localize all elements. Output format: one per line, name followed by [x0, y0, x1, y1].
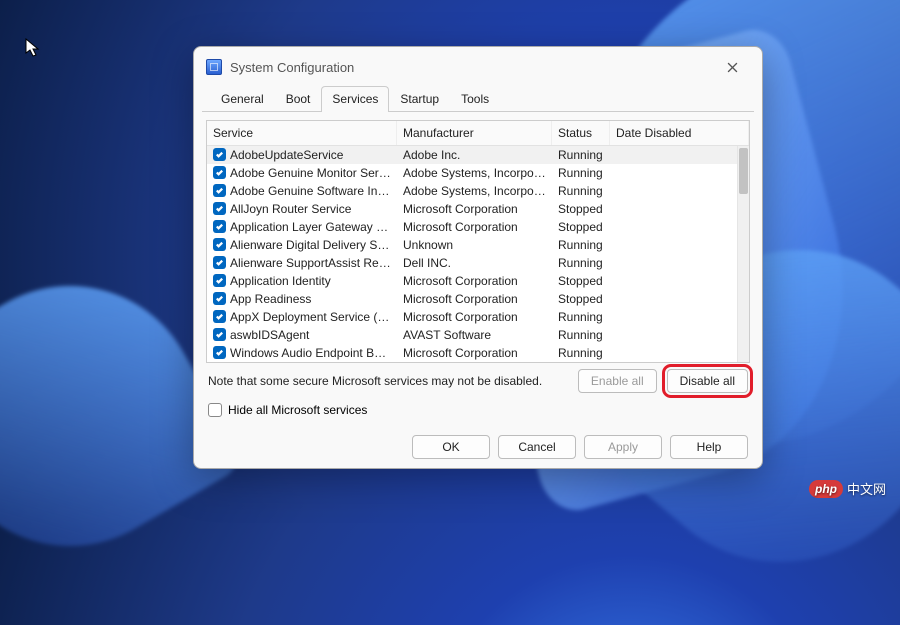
hide-ms-label: Hide all Microsoft services: [228, 403, 367, 417]
close-button[interactable]: [712, 55, 752, 79]
table-row[interactable]: AdobeUpdateServiceAdobe Inc.Running: [207, 146, 737, 164]
disable-all-button[interactable]: Disable all: [667, 369, 748, 393]
watermark: php 中文网: [809, 479, 886, 498]
row-checkbox[interactable]: [213, 184, 226, 197]
system-configuration-dialog: System Configuration GeneralBootServices…: [193, 46, 763, 469]
tab-services[interactable]: Services: [321, 86, 389, 112]
list-header[interactable]: Service Manufacturer Status Date Disable…: [207, 121, 749, 146]
row-checkbox[interactable]: [213, 328, 226, 341]
table-row[interactable]: AppX Deployment Service (AppX...Microsof…: [207, 308, 737, 326]
apply-button[interactable]: Apply: [584, 435, 662, 459]
table-row[interactable]: aswbIDSAgentAVAST SoftwareRunning: [207, 326, 737, 344]
table-row[interactable]: AllJoyn Router ServiceMicrosoft Corporat…: [207, 200, 737, 218]
table-row[interactable]: App ReadinessMicrosoft CorporationStoppe…: [207, 290, 737, 308]
vertical-scrollbar[interactable]: [737, 146, 749, 362]
table-row[interactable]: Adobe Genuine Software Integri...Adobe S…: [207, 182, 737, 200]
row-checkbox[interactable]: [213, 274, 226, 287]
hide-ms-row[interactable]: Hide all Microsoft services: [208, 403, 748, 417]
titlebar[interactable]: System Configuration: [194, 47, 762, 85]
table-row[interactable]: Alienware SupportAssist Remedi...Dell IN…: [207, 254, 737, 272]
help-button[interactable]: Help: [670, 435, 748, 459]
col-manufacturer[interactable]: Manufacturer: [397, 121, 552, 145]
row-checkbox[interactable]: [213, 202, 226, 215]
col-date-disabled[interactable]: Date Disabled: [610, 121, 749, 145]
enable-all-button[interactable]: Enable all: [578, 369, 657, 393]
row-checkbox[interactable]: [213, 220, 226, 233]
tab-general[interactable]: General: [210, 86, 275, 112]
row-checkbox[interactable]: [213, 166, 226, 179]
tab-tools[interactable]: Tools: [450, 86, 500, 112]
table-row[interactable]: Windows Audio Endpoint BuilderMicrosoft …: [207, 344, 737, 362]
dialog-buttons: OK Cancel Apply Help: [208, 435, 748, 459]
scrollbar-thumb[interactable]: [739, 148, 748, 194]
table-row[interactable]: Alienware Digital Delivery ServicesUnkno…: [207, 236, 737, 254]
row-checkbox[interactable]: [213, 148, 226, 161]
tab-boot[interactable]: Boot: [275, 86, 322, 112]
watermark-badge: php: [809, 480, 843, 498]
row-checkbox[interactable]: [213, 238, 226, 251]
cancel-button[interactable]: Cancel: [498, 435, 576, 459]
window-title: System Configuration: [230, 60, 354, 75]
row-checkbox[interactable]: [213, 346, 226, 359]
services-list: Service Manufacturer Status Date Disable…: [206, 120, 750, 363]
row-checkbox[interactable]: [213, 256, 226, 269]
table-row[interactable]: Application IdentityMicrosoft Corporatio…: [207, 272, 737, 290]
tab-startup[interactable]: Startup: [389, 86, 450, 112]
tab-strip: GeneralBootServicesStartupTools: [202, 85, 754, 112]
table-row[interactable]: Application Layer Gateway ServiceMicroso…: [207, 218, 737, 236]
note-text: Note that some secure Microsoft services…: [208, 374, 542, 388]
row-checkbox[interactable]: [213, 292, 226, 305]
col-status[interactable]: Status: [552, 121, 610, 145]
watermark-text: 中文网: [847, 479, 886, 498]
col-service[interactable]: Service: [207, 121, 397, 145]
hide-ms-checkbox[interactable]: [208, 403, 222, 417]
list-body[interactable]: AdobeUpdateServiceAdobe Inc.RunningAdobe…: [207, 146, 737, 362]
note-row: Note that some secure Microsoft services…: [208, 369, 748, 393]
table-row[interactable]: Adobe Genuine Monitor ServiceAdobe Syste…: [207, 164, 737, 182]
msconfig-icon: [206, 59, 222, 75]
ok-button[interactable]: OK: [412, 435, 490, 459]
row-checkbox[interactable]: [213, 310, 226, 323]
